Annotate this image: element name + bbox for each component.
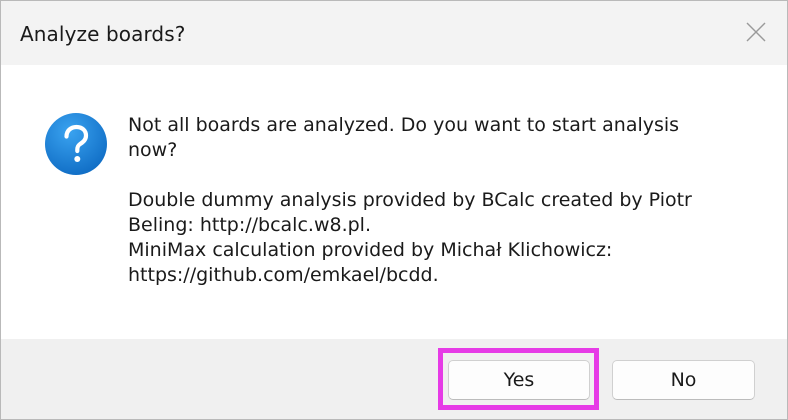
dialog-window: Analyze boards? Not all boards are analy… — [0, 0, 788, 420]
close-icon — [746, 22, 766, 42]
dialog-message: Not all boards are analyzed. Do you want… — [128, 114, 692, 286]
title-bar: Analyze boards? — [1, 1, 787, 65]
no-button[interactable]: No — [612, 360, 755, 400]
question-icon — [45, 113, 107, 175]
button-bar: Yes No — [1, 339, 787, 419]
close-button[interactable] — [739, 15, 773, 49]
dialog-title: Analyze boards? — [20, 22, 186, 46]
dialog-content: Not all boards are analyzed. Do you want… — [1, 65, 787, 339]
yes-button[interactable]: Yes — [448, 360, 590, 400]
